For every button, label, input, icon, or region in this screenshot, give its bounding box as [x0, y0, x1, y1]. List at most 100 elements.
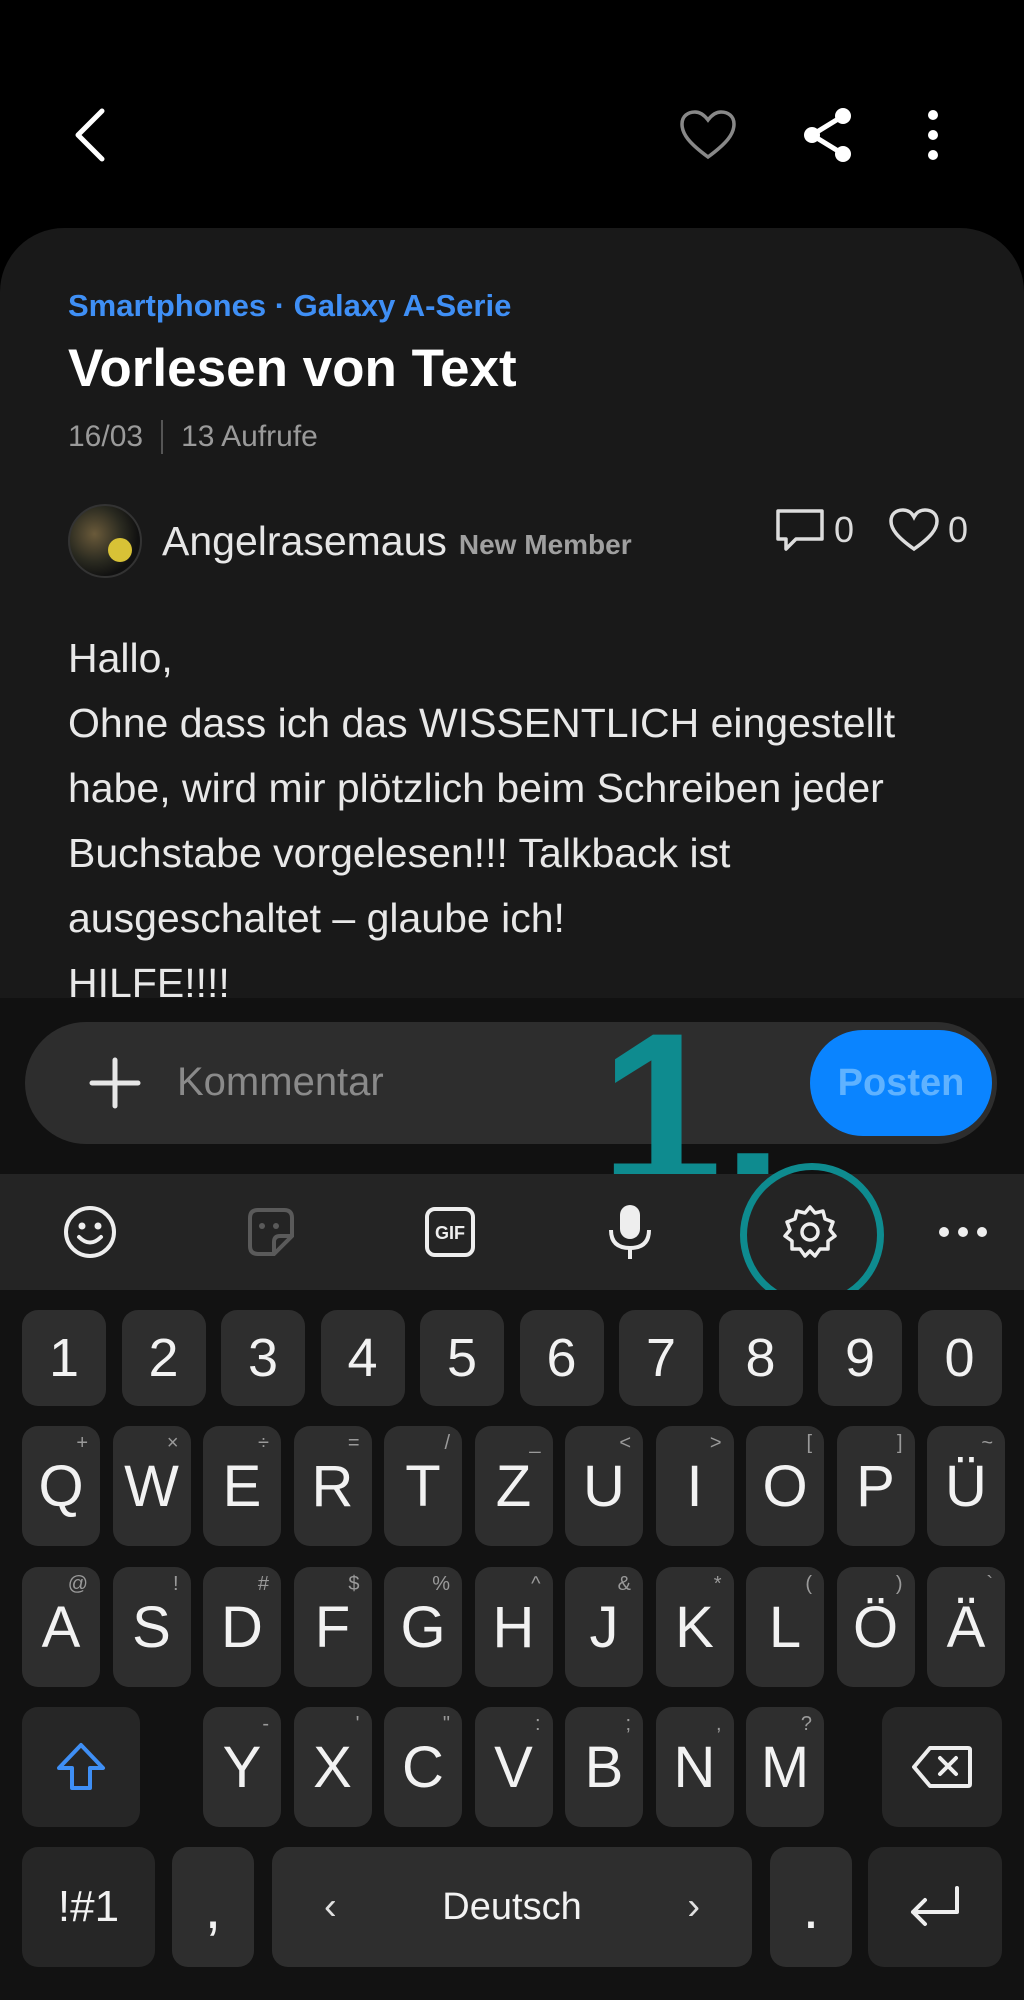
post-title: Vorlesen von Text	[68, 339, 517, 398]
key-Z[interactable]: Z _	[474, 1426, 553, 1546]
key-Ü[interactable]: Ü ~	[927, 1426, 1005, 1546]
backspace-key[interactable]	[882, 1707, 1002, 1827]
key-I[interactable]: I >	[655, 1426, 734, 1546]
key-hint: *	[713, 1573, 722, 1595]
key-label: Z	[495, 1453, 532, 1519]
key-label: R	[311, 1453, 354, 1519]
period-key[interactable]: .	[770, 1847, 852, 1967]
likes-count: 0	[947, 509, 968, 550]
post-card: Smartphones · Galaxy A-Serie Vorlesen vo…	[0, 228, 1024, 998]
key-V[interactable]: V:	[474, 1707, 553, 1827]
cursor-right-icon[interactable]: ›	[687, 1886, 700, 1929]
post-body: Hallo, Ohne dass ich das WISSENTLICH ein…	[68, 626, 968, 998]
more-vertical-icon[interactable]	[898, 100, 968, 170]
space-key[interactable]: ‹ Deutsch ›	[272, 1847, 752, 1967]
comment-input-field[interactable]: Kommentar Posten	[25, 1022, 997, 1144]
more-horizontal-icon[interactable]	[928, 1197, 998, 1267]
emoji-icon[interactable]	[55, 1197, 125, 1267]
key-hint: ?	[800, 1713, 812, 1735]
key-hint: ~	[981, 1432, 993, 1454]
key-B[interactable]: B;	[565, 1707, 643, 1827]
key-label: S	[132, 1594, 171, 1660]
key-N[interactable]: N,	[655, 1707, 734, 1827]
back-chevron-icon[interactable]	[55, 100, 125, 170]
key-label: 3	[247, 1328, 279, 1388]
share-icon[interactable]	[793, 100, 863, 170]
breadcrumb[interactable]: Smartphones · Galaxy A-Serie	[68, 288, 511, 324]
comment-bubble-icon[interactable]	[774, 507, 826, 553]
body-line: habe, wird mir plötzlich beim Schreiben …	[68, 765, 884, 811]
key-A[interactable]: A @	[22, 1567, 100, 1687]
key-F[interactable]: F $	[293, 1567, 372, 1687]
key-label: 9	[844, 1328, 876, 1388]
key-E[interactable]: E ÷	[203, 1426, 281, 1546]
key-C[interactable]: C "	[384, 1707, 462, 1827]
enter-key[interactable]	[868, 1847, 1002, 1967]
key-Ä[interactable]: Ä `	[927, 1567, 1005, 1687]
key-1[interactable]: 1	[22, 1310, 106, 1406]
key-3[interactable]: 3	[221, 1310, 305, 1406]
key-label: D	[221, 1594, 263, 1660]
key-U[interactable]: U <	[565, 1426, 643, 1546]
microphone-icon[interactable]	[595, 1197, 665, 1267]
key-hint: %	[432, 1573, 450, 1595]
key-4[interactable]: 4	[320, 1310, 405, 1406]
key-label: 8	[745, 1328, 776, 1388]
key-hint: ^	[531, 1573, 541, 1595]
key-J[interactable]: J &	[565, 1567, 643, 1687]
add-attachment-plus-icon[interactable]	[80, 1048, 150, 1118]
key-6[interactable]: 6	[519, 1310, 604, 1406]
key-W[interactable]: W ×	[112, 1426, 191, 1546]
avatar[interactable]	[68, 504, 142, 578]
key-label: 1	[48, 1328, 80, 1388]
key-label: H	[492, 1594, 535, 1660]
key-hint: $	[348, 1573, 360, 1595]
key-7[interactable]: 7	[619, 1310, 703, 1406]
key-hint: [	[806, 1432, 812, 1454]
gif-icon[interactable]: GIF	[415, 1197, 485, 1267]
key-0[interactable]: 0	[917, 1310, 1002, 1406]
key-hint: >	[709, 1432, 722, 1454]
key-G[interactable]: G%	[384, 1567, 462, 1687]
key-O[interactable]: O[	[746, 1426, 824, 1546]
key-Q[interactable]: Q +	[22, 1426, 100, 1546]
key-label: N	[673, 1734, 716, 1800]
key-T[interactable]: T /	[384, 1426, 462, 1546]
key-X[interactable]: X '	[293, 1707, 372, 1827]
meta-divider	[161, 420, 164, 454]
key-hint: ×	[166, 1432, 179, 1454]
key-label: G	[400, 1594, 446, 1660]
key-hint: :	[534, 1713, 541, 1735]
key-S[interactable]: S!	[112, 1567, 191, 1687]
like-heart-icon[interactable]	[888, 507, 940, 553]
key-2[interactable]: 2	[121, 1310, 206, 1406]
key-label: U	[583, 1453, 625, 1519]
comma-key[interactable]: ,	[172, 1847, 254, 1967]
key-9[interactable]: 9	[818, 1310, 902, 1406]
key-R[interactable]: R =	[293, 1426, 372, 1546]
sticker-icon[interactable]	[235, 1197, 305, 1267]
key-L[interactable]: L(	[746, 1567, 824, 1687]
key-8[interactable]: 8	[718, 1310, 803, 1406]
key-H[interactable]: H ^	[474, 1567, 553, 1687]
key-Ö[interactable]: Ö)	[836, 1567, 915, 1687]
cursor-left-icon[interactable]: ‹	[324, 1886, 337, 1929]
post-date: 16/03	[68, 420, 144, 453]
key-label: J	[589, 1594, 619, 1660]
comment-placeholder[interactable]: Kommentar	[177, 1060, 384, 1105]
shift-key[interactable]	[22, 1707, 140, 1827]
post-button[interactable]: Posten	[810, 1030, 992, 1136]
key-Y[interactable]: Y-	[203, 1707, 281, 1827]
author-name[interactable]: Angelrasemaus	[162, 518, 447, 565]
key-D[interactable]: D #	[203, 1567, 281, 1687]
key-hint: =	[347, 1432, 360, 1454]
favorite-heart-icon[interactable]	[673, 100, 743, 170]
symbols-key[interactable]: !#1	[22, 1847, 155, 1967]
key-5[interactable]: 5	[420, 1310, 504, 1406]
key-K[interactable]: K *	[655, 1567, 734, 1687]
key-hint: <	[619, 1432, 631, 1454]
key-P[interactable]: P]	[836, 1426, 915, 1546]
key-label: Y	[222, 1734, 262, 1800]
key-M[interactable]: M?	[746, 1707, 824, 1827]
key-label: 0	[944, 1328, 975, 1388]
